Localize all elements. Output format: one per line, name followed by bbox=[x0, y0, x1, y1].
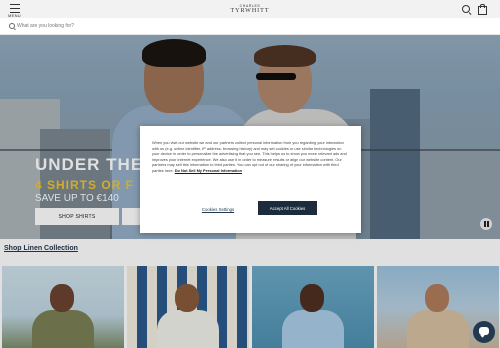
shopping-bag-icon bbox=[478, 4, 487, 15]
cookie-consent-dialog: When you visit our website we and our pa… bbox=[140, 126, 361, 233]
bag-button[interactable] bbox=[477, 4, 487, 15]
do-not-sell-link[interactable]: Do Not Sell My Personal Information bbox=[175, 168, 242, 173]
chat-icon[interactable] bbox=[473, 321, 495, 343]
menu-button[interactable]: MENU bbox=[8, 2, 24, 18]
site-header: MENU CHARLES TYRWHITT bbox=[0, 0, 500, 18]
logo[interactable]: CHARLES TYRWHITT bbox=[231, 4, 270, 15]
cookie-settings-button[interactable]: Cookies Settings bbox=[188, 204, 248, 214]
hamburger-icon bbox=[10, 4, 20, 13]
logo-text: TYRWHITT bbox=[230, 8, 270, 14]
search-icon bbox=[462, 5, 470, 13]
search-input[interactable] bbox=[17, 21, 487, 30]
accept-cookies-button[interactable]: Accept All Cookies bbox=[258, 201, 317, 215]
search-button[interactable] bbox=[461, 4, 471, 14]
cookie-consent-text: When you visit our website we and our pa… bbox=[152, 140, 349, 173]
search-bar bbox=[0, 18, 500, 35]
search-icon bbox=[9, 23, 15, 29]
